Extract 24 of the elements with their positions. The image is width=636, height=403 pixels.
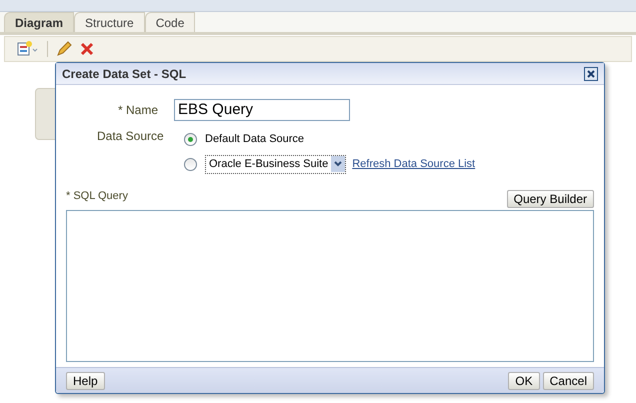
- radio-button[interactable]: [184, 158, 197, 170]
- tab[interactable]: Code: [144, 12, 196, 32]
- pencil-icon[interactable]: [56, 41, 72, 57]
- sql-query-label: * SQL Query: [66, 188, 128, 204]
- tab[interactable]: Structure: [74, 12, 145, 32]
- chevron-down-icon: [334, 161, 342, 167]
- sql-query-field[interactable]: [66, 210, 594, 362]
- dialog-title: Create Data Set - SQL: [62, 66, 186, 82]
- close-button[interactable]: [584, 66, 598, 80]
- new-dataset-icon[interactable]: [17, 41, 39, 57]
- name-label: * Name: [116, 102, 158, 119]
- delete-icon[interactable]: [80, 42, 94, 56]
- ok-button[interactable]: OK: [508, 372, 540, 390]
- help-button[interactable]: Help: [66, 372, 105, 390]
- option-label: Default Data Source: [205, 132, 304, 147]
- name-field[interactable]: EBS Query: [174, 99, 350, 121]
- data-source-label: Data Source: [97, 128, 165, 145]
- refresh-link[interactable]: Refresh Data Source List: [352, 156, 476, 172]
- cancel-button[interactable]: Cancel: [542, 372, 594, 390]
- radio-button[interactable]: [184, 132, 197, 146]
- close-icon: [587, 70, 595, 78]
- query-builder-button[interactable]: Query Builder: [506, 190, 594, 208]
- tab[interactable]: Diagram: [4, 12, 74, 32]
- data-source-select[interactable]: Oracle E-Business Suite: [205, 154, 346, 174]
